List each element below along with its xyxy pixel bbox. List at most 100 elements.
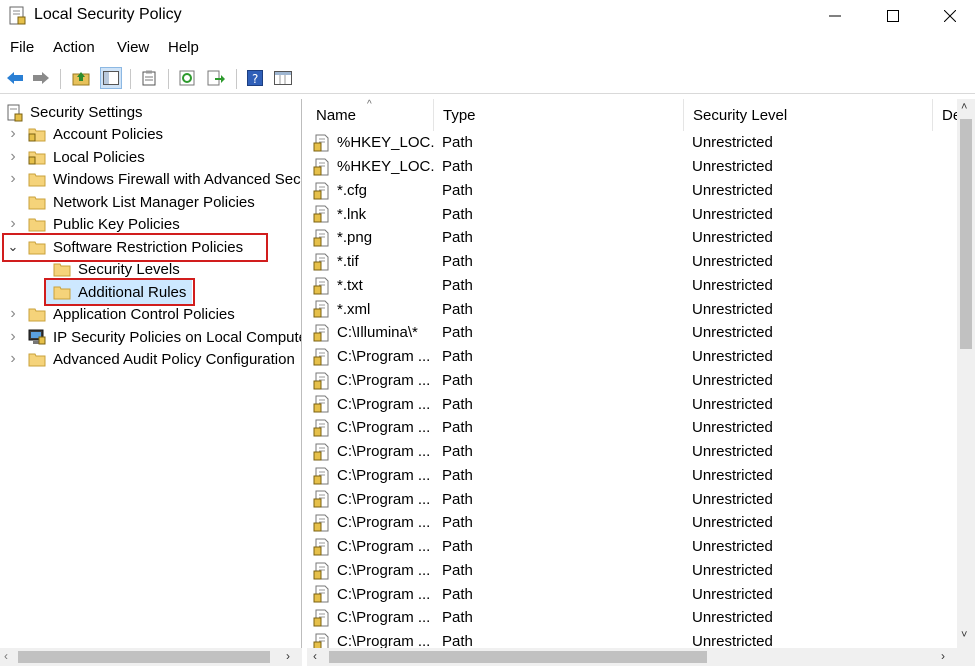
list-vertical-scrollbar[interactable]: ˄ ˅ [957, 99, 975, 648]
cell-type: Path [442, 205, 473, 223]
tree-item-application-control-policies[interactable]: › Application Control Policies [0, 303, 300, 325]
scroll-right-arrow-icon[interactable]: › [286, 649, 290, 663]
cell-name: C:\Program ... [337, 538, 431, 556]
cell-name: %HKEY_LOC... [337, 134, 434, 152]
cell-name: C:\Illumina\* [337, 324, 418, 342]
scrollbar-thumb[interactable] [329, 651, 707, 663]
path-rule-icon [313, 300, 331, 318]
minimize-button[interactable] [810, 0, 860, 32]
expand-chevron-icon[interactable]: › [7, 348, 19, 370]
column-header-name[interactable]: Name ^ [307, 99, 434, 131]
properties-icon[interactable] [138, 67, 160, 89]
table-row[interactable]: C:\Program ... Path Unrestricted [307, 416, 957, 440]
expand-chevron-icon[interactable]: › [7, 303, 19, 325]
show-hide-tree-icon[interactable] [100, 67, 122, 89]
tree-horizontal-scrollbar[interactable]: ‹ › [0, 648, 302, 666]
tree-item-advanced-audit-policy-configuration[interactable]: › Advanced Audit Policy Configuration [0, 348, 300, 370]
tree-root-security-settings[interactable]: Security Settings [0, 101, 300, 123]
tree-label: IP Security Policies on Local Computer [53, 328, 302, 346]
table-row[interactable]: C:\Program ... Path Unrestricted [307, 440, 957, 464]
tree-item-public-key-policies[interactable]: › Public Key Policies [0, 213, 300, 235]
table-row[interactable]: *.png Path Unrestricted [307, 226, 957, 250]
scroll-right-arrow-icon[interactable]: › [941, 649, 945, 663]
back-arrow-icon[interactable] [4, 67, 26, 89]
cell-name: *.xml [337, 300, 371, 318]
help-icon[interactable]: ? [244, 67, 266, 89]
refresh-icon[interactable] [176, 67, 198, 89]
table-row[interactable]: C:\Program ... Path Unrestricted [307, 559, 957, 583]
table-row[interactable]: *.lnk Path Unrestricted [307, 202, 957, 226]
scroll-up-arrow-icon[interactable]: ˄ [961, 101, 967, 113]
path-rule-icon [313, 229, 331, 247]
cell-name: C:\Program ... [337, 371, 431, 389]
table-row[interactable]: *.tif Path Unrestricted [307, 250, 957, 274]
up-folder-icon[interactable] [70, 67, 92, 89]
column-header-type[interactable]: Type [434, 99, 684, 131]
scroll-left-arrow-icon[interactable]: ‹ [4, 649, 8, 663]
table-row[interactable]: C:\Program ... Path Unrestricted [307, 369, 957, 393]
folder-icon [28, 194, 46, 210]
menu-file[interactable]: File [10, 39, 34, 56]
table-row[interactable]: C:\Program ... Path Unrestricted [307, 511, 957, 535]
column-header-label: Security Level [693, 106, 788, 124]
path-rule-icon [313, 467, 331, 485]
table-row[interactable]: C:\Program ... Path Unrestricted [307, 464, 957, 488]
view-columns-icon[interactable] [272, 67, 294, 89]
table-row[interactable]: *.txt Path Unrestricted [307, 274, 957, 298]
table-row[interactable]: C:\Program ... Path Unrestricted [307, 487, 957, 511]
table-row[interactable]: C:\Program ... Path Unrestricted [307, 582, 957, 606]
title-bar: Local Security Policy [0, 0, 975, 32]
export-list-icon[interactable] [205, 67, 227, 89]
expand-chevron-icon[interactable]: › [7, 146, 19, 168]
cell-type: Path [442, 371, 473, 389]
tree-label: Public Key Policies [53, 215, 180, 233]
path-rule-icon [313, 633, 331, 648]
svg-text:?: ? [252, 72, 258, 86]
cell-type: Path [442, 253, 473, 271]
expand-chevron-icon[interactable]: › [7, 168, 19, 190]
tree-item-ip-security-policies-on-local-computer[interactable]: › IP Security Policies on Local Computer [0, 326, 302, 348]
tree-item-windows-firewall-with-advanced-security[interactable]: › Windows Firewall with Advanced Security [0, 168, 301, 190]
cell-type: Path [442, 538, 473, 556]
cell-name: C:\Program ... [337, 633, 431, 648]
menu-help[interactable]: Help [168, 39, 199, 56]
column-header-security-level[interactable]: Security Level [684, 99, 933, 131]
tree-item-local-policies[interactable]: › Local Policies [0, 146, 300, 168]
table-row[interactable]: C:\Program ... Path Unrestricted [307, 345, 957, 369]
table-row[interactable]: C:\Program ... Path Unrestricted [307, 392, 957, 416]
cell-name: *.tif [337, 253, 359, 271]
table-row[interactable]: C:\Program ... Path Unrestricted [307, 606, 957, 630]
forward-arrow-icon[interactable] [30, 67, 52, 89]
locked-folder-icon [28, 149, 46, 165]
tree-item-network-list-manager-policies[interactable]: Network List Manager Policies [0, 191, 300, 213]
scrollbar-thumb[interactable] [960, 119, 972, 349]
expand-chevron-icon[interactable]: › [7, 123, 19, 145]
path-rule-icon [313, 324, 331, 342]
table-row[interactable]: *.xml Path Unrestricted [307, 297, 957, 321]
table-row[interactable]: C:\Illumina\* Path Unrestricted [307, 321, 957, 345]
cell-security-level: Unrestricted [692, 324, 773, 342]
table-row[interactable]: *.cfg Path Unrestricted [307, 179, 957, 203]
close-button[interactable] [925, 0, 975, 32]
scroll-left-arrow-icon[interactable]: ‹ [313, 649, 317, 663]
console-tree: Security Settings › Account Policies › Loca… [0, 99, 302, 666]
menu-view[interactable]: View [117, 39, 149, 56]
table-row[interactable]: C:\Program ... Path Unrestricted [307, 630, 957, 648]
expand-chevron-icon[interactable]: › [7, 326, 19, 348]
table-row[interactable]: %HKEY_LOC... Path Unrestricted [307, 155, 957, 179]
tree-item-account-policies[interactable]: › Account Policies [0, 123, 300, 145]
cell-security-level: Unrestricted [692, 371, 773, 389]
path-rule-icon [313, 205, 331, 223]
list-horizontal-scrollbar[interactable]: ‹ › [307, 648, 975, 666]
maximize-button[interactable] [868, 0, 918, 32]
scrollbar-thumb[interactable] [18, 651, 270, 663]
cell-security-level: Unrestricted [692, 633, 773, 648]
table-row[interactable]: C:\Program ... Path Unrestricted [307, 535, 957, 559]
table-row[interactable]: %HKEY_LOC... Path Unrestricted [307, 131, 957, 155]
scroll-down-arrow-icon[interactable]: ˅ [961, 629, 967, 641]
cell-type: Path [442, 395, 473, 413]
tree-label: Local Policies [53, 148, 145, 166]
expand-chevron-icon[interactable]: › [7, 213, 19, 235]
menu-action[interactable]: Action [53, 39, 95, 56]
toolbar-separator [60, 69, 61, 89]
